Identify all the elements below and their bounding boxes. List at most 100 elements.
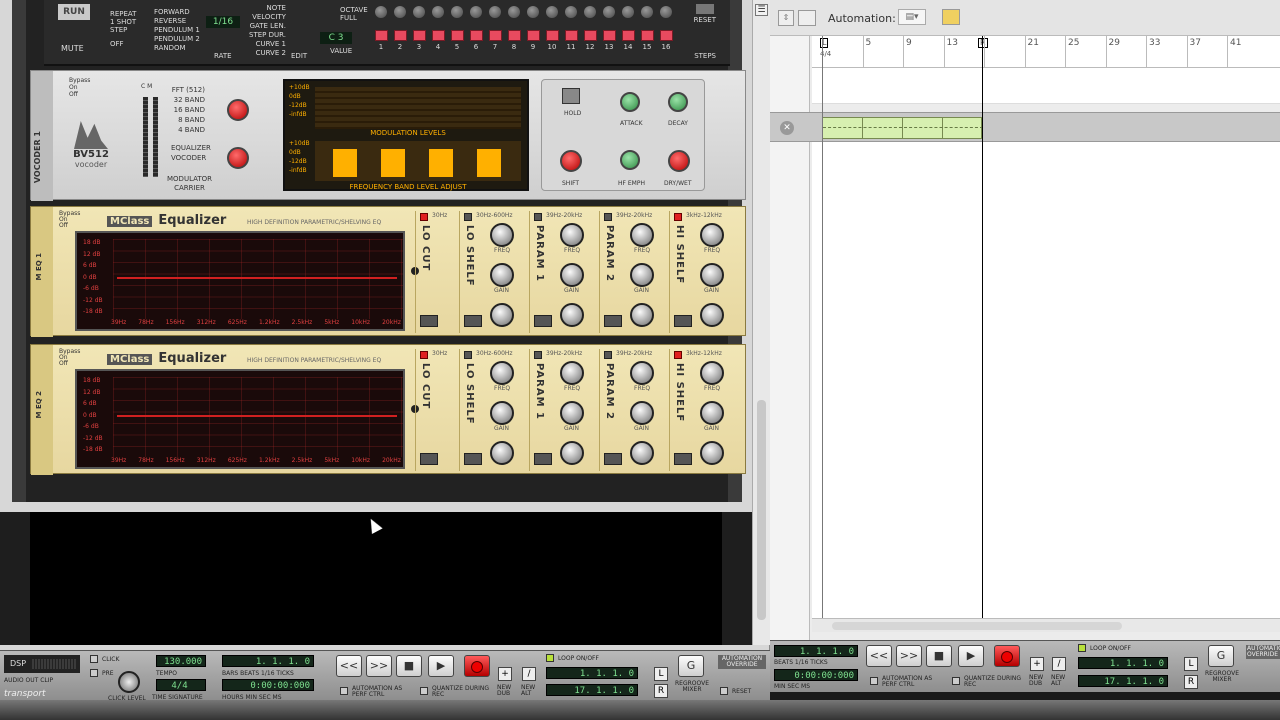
audio-clip[interactable] <box>822 117 983 139</box>
automation-lane[interactable] <box>812 68 1280 104</box>
time-display[interactable]: 0:00:00:000 <box>222 679 314 691</box>
loop-toggle[interactable] <box>1078 644 1086 652</box>
bypass-switch[interactable]: Bypass On Off <box>59 211 80 229</box>
step-16[interactable]: 16 <box>659 6 673 51</box>
mute-label[interactable]: MUTE <box>61 44 84 53</box>
hf-emph-knob[interactable] <box>620 150 640 170</box>
sequencer-body[interactable] <box>812 142 1280 618</box>
step-pad[interactable] <box>583 30 597 41</box>
step-pad[interactable] <box>507 30 521 41</box>
q-knob[interactable] <box>630 441 654 465</box>
gain-knob[interactable] <box>490 263 514 287</box>
new-dub-button[interactable]: + <box>498 667 512 681</box>
tool-icon[interactable] <box>798 10 816 26</box>
step-pad[interactable] <box>393 30 407 41</box>
band-knob[interactable] <box>227 99 249 121</box>
gain-knob[interactable] <box>700 263 724 287</box>
step-knob[interactable] <box>603 6 615 18</box>
loop-right-locator-button[interactable]: R <box>654 684 668 698</box>
quantize-toggle[interactable] <box>952 677 960 685</box>
step-6[interactable]: 6 <box>469 6 483 51</box>
run-button[interactable]: RUN <box>58 4 90 20</box>
track-row[interactable]: ✕ <box>770 112 1280 142</box>
step-knob[interactable] <box>527 6 539 18</box>
section-enable-button[interactable] <box>464 351 472 359</box>
step-pad[interactable] <box>640 30 654 41</box>
section-enable-button[interactable] <box>674 351 682 359</box>
new-dub-button[interactable]: + <box>1030 657 1044 671</box>
loop-right-display[interactable]: 17. 1. 1. 0 <box>546 684 638 696</box>
step-knob[interactable] <box>451 6 463 18</box>
step-pad[interactable] <box>374 30 388 41</box>
band-slider[interactable] <box>333 149 357 177</box>
loop-toggle[interactable] <box>546 654 554 662</box>
up-down-arrow-icon[interactable]: ⇕ <box>778 10 794 26</box>
step-13[interactable]: 13 <box>602 6 616 51</box>
hold-button[interactable] <box>562 88 580 104</box>
freq-knob[interactable] <box>700 223 724 247</box>
freq-knob[interactable] <box>560 223 584 247</box>
band-32[interactable]: 32 BAND <box>171 95 205 105</box>
freq-knob[interactable] <box>630 361 654 385</box>
direction-random[interactable]: RANDOM <box>154 44 200 53</box>
rewind-button[interactable]: << <box>866 645 892 667</box>
loop-left-display[interactable]: 1. 1. 1. 0 <box>1078 657 1168 669</box>
shape-button[interactable] <box>534 453 552 465</box>
shape-button[interactable] <box>420 315 438 327</box>
mode-vocoder[interactable]: VOCODER <box>171 153 206 163</box>
param-velocity[interactable]: VELOCITY <box>249 13 286 22</box>
step-knob[interactable] <box>660 6 672 18</box>
stop-button[interactable]: ■ <box>926 645 952 667</box>
attack-knob[interactable] <box>620 92 640 112</box>
fast-forward-button[interactable]: >> <box>366 655 392 677</box>
freq-knob[interactable] <box>630 223 654 247</box>
automation-override-label[interactable]: AUTOMATION OVERRIDE <box>718 655 766 669</box>
shape-button[interactable] <box>420 453 438 465</box>
gain-knob[interactable] <box>560 263 584 287</box>
mode-repeat[interactable]: REPEAT <box>110 10 136 18</box>
direction-pendulum-1[interactable]: PENDULUM 1 <box>154 26 200 35</box>
play-button[interactable]: ▶ <box>428 655 454 677</box>
value-display[interactable]: C 3 <box>320 32 352 44</box>
new-alt-button[interactable]: / <box>522 667 536 681</box>
section-enable-button[interactable] <box>604 213 612 221</box>
step-7[interactable]: 7 <box>488 6 502 51</box>
band-fft[interactable]: FFT (512) <box>171 85 205 95</box>
shape-button[interactable] <box>534 315 552 327</box>
step-9[interactable]: 9 <box>526 6 540 51</box>
direction-forward[interactable]: FORWARD <box>154 8 200 17</box>
section-enable-button[interactable] <box>674 213 682 221</box>
step-knob[interactable] <box>546 6 558 18</box>
gain-knob[interactable] <box>560 401 584 425</box>
q-knob[interactable] <box>630 303 654 327</box>
q-knob[interactable] <box>700 441 724 465</box>
fast-forward-button[interactable]: >> <box>896 645 922 667</box>
timeline-ruler[interactable]: 4/4 R L 5913212529333741 <box>812 36 1280 68</box>
shape-button[interactable] <box>604 315 622 327</box>
rack-scrollbar[interactable]: ☰ <box>752 0 770 645</box>
bypass-switch[interactable]: Bypass On Off <box>59 349 80 367</box>
step-pad[interactable] <box>545 30 559 41</box>
step-knob[interactable] <box>394 6 406 18</box>
pre-toggle[interactable] <box>90 669 98 677</box>
dry-wet-knob[interactable] <box>668 150 690 172</box>
record-button[interactable] <box>464 655 490 677</box>
q-knob[interactable] <box>700 303 724 327</box>
freq-knob[interactable] <box>490 361 514 385</box>
regroove-button[interactable]: G <box>678 655 704 677</box>
step-3[interactable]: 3 <box>412 6 426 51</box>
step-knob[interactable] <box>508 6 520 18</box>
quantize-toggle[interactable] <box>420 687 428 695</box>
step-pad[interactable] <box>431 30 445 41</box>
step-pad[interactable] <box>450 30 464 41</box>
position-display[interactable]: 1. 1. 1. 0 <box>774 645 858 657</box>
scroll-thumb[interactable] <box>832 622 1122 630</box>
play-button[interactable]: ▶ <box>958 645 984 667</box>
scroll-menu-icon[interactable]: ☰ <box>755 4 768 16</box>
record-button[interactable] <box>994 645 1020 667</box>
mode-equalizer[interactable]: EQUALIZER <box>171 143 211 153</box>
step-pad[interactable] <box>526 30 540 41</box>
loop-left-locator-button[interactable]: L <box>654 667 668 681</box>
time-signature-display[interactable]: 4/4 <box>156 679 206 691</box>
step-knob[interactable] <box>470 6 482 18</box>
